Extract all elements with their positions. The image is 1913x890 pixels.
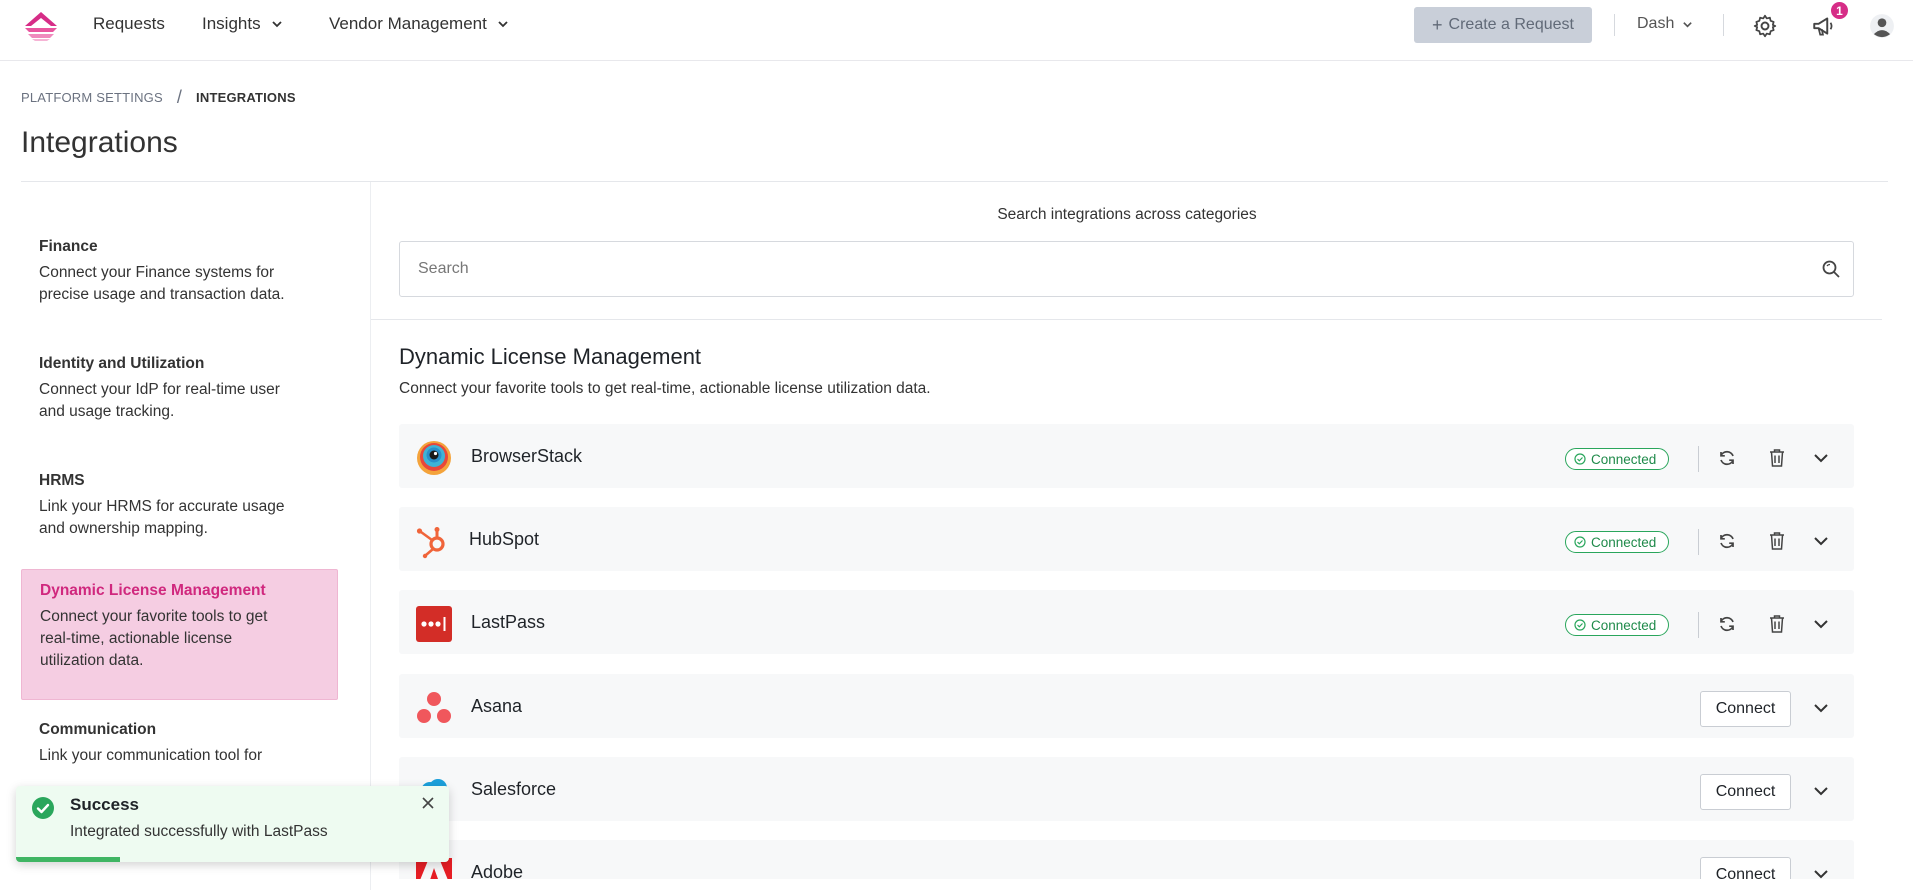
status-badge: Connected bbox=[1565, 614, 1670, 636]
chevron-down-icon bbox=[498, 21, 508, 28]
nav-divider bbox=[1723, 14, 1724, 36]
section-title: Dynamic License Management bbox=[399, 344, 702, 369]
toast-progress-bar bbox=[16, 857, 120, 862]
top-navbar: Requests Insights Vendor Management + Cr… bbox=[0, 0, 1913, 61]
category-identity[interactable]: Identity and Utilization Connect your Id… bbox=[21, 343, 338, 435]
check-circle-icon bbox=[1574, 619, 1586, 631]
nav-vendor-management[interactable]: Vendor Management bbox=[329, 14, 509, 34]
chevron-down-icon[interactable] bbox=[1812, 449, 1830, 467]
integration-row-lastpass: LastPass Connected bbox=[399, 590, 1854, 654]
chevron-down-icon[interactable] bbox=[1812, 615, 1830, 633]
notification-badge: 1 bbox=[1829, 0, 1850, 21]
row-divider bbox=[1698, 529, 1699, 555]
page-title: Integrations bbox=[21, 126, 178, 159]
category-dynamic-license-management[interactable]: Dynamic License Management Connect your … bbox=[21, 569, 338, 700]
sync-icon[interactable] bbox=[1717, 531, 1737, 551]
nav-requests-label: Requests bbox=[93, 14, 165, 33]
status-badge: Connected bbox=[1565, 448, 1670, 470]
category-sidebar: Finance Connect your Finance systems for… bbox=[0, 182, 371, 890]
connect-button[interactable]: Connect bbox=[1700, 857, 1791, 879]
row-divider bbox=[1698, 612, 1699, 638]
workspace-dropdown[interactable]: Dash bbox=[1637, 15, 1693, 33]
integration-row-hubspot: HubSpot Connected bbox=[399, 507, 1854, 571]
integration-name: LastPass bbox=[471, 612, 546, 632]
chevron-down-icon[interactable] bbox=[1812, 699, 1830, 717]
browserstack-logo-icon bbox=[417, 441, 451, 475]
sync-icon[interactable] bbox=[1717, 614, 1737, 634]
search-box bbox=[399, 241, 1854, 297]
category-title: HRMS bbox=[39, 472, 85, 489]
gear-icon[interactable] bbox=[1752, 13, 1778, 39]
success-toast: Success Integrated successfully with Las… bbox=[16, 786, 449, 862]
sync-icon[interactable] bbox=[1717, 448, 1737, 468]
hubspot-logo-icon bbox=[416, 527, 445, 559]
category-title: Dynamic License Management bbox=[40, 582, 266, 599]
search-divider bbox=[371, 319, 1882, 320]
breadcrumb: PLATFORM SETTINGS / INTEGRATIONS bbox=[21, 87, 296, 108]
integration-row-adobe: Adobe Connect bbox=[399, 840, 1854, 879]
category-finance[interactable]: Finance Connect your Finance systems for… bbox=[21, 226, 338, 318]
user-avatar-icon[interactable] bbox=[1869, 13, 1895, 39]
section-desc: Connect your favorite tools to get real-… bbox=[399, 380, 931, 397]
breadcrumb-separator: / bbox=[176, 87, 183, 107]
category-communication[interactable]: Communication Link your communication to… bbox=[21, 709, 338, 779]
status-label: Connected bbox=[1591, 451, 1657, 467]
plus-icon: + bbox=[1432, 14, 1443, 35]
category-desc: Connect your favorite tools to get real-… bbox=[40, 608, 268, 669]
category-hrms[interactable]: HRMS Link your HRMS for accurate usage a… bbox=[21, 460, 338, 552]
toast-message: Integrated successfully with LastPass bbox=[70, 823, 328, 840]
integration-row-browserstack: BrowserStack Connected bbox=[399, 424, 1854, 488]
nav-divider bbox=[1614, 14, 1615, 36]
integration-row-asana: Asana Connect bbox=[399, 674, 1854, 738]
nav-vendor-management-label: Vendor Management bbox=[329, 14, 487, 33]
trash-icon[interactable] bbox=[1768, 448, 1786, 468]
chevron-down-icon bbox=[271, 21, 282, 28]
search-label: Search integrations across categories bbox=[997, 206, 1257, 223]
breadcrumb-current: INTEGRATIONS bbox=[196, 90, 296, 105]
search-input[interactable] bbox=[418, 242, 1798, 296]
integration-list: BrowserStack Connected HubSpot Connected bbox=[399, 424, 1854, 879]
row-divider bbox=[1698, 446, 1699, 472]
status-label: Connected bbox=[1591, 617, 1657, 633]
check-circle-icon bbox=[1574, 536, 1586, 548]
trash-icon[interactable] bbox=[1768, 531, 1786, 551]
chevron-down-icon bbox=[1683, 21, 1693, 28]
asana-logo-icon bbox=[417, 692, 451, 723]
trash-icon[interactable] bbox=[1768, 614, 1786, 634]
breadcrumb-platform-settings[interactable]: PLATFORM SETTINGS bbox=[21, 90, 163, 105]
category-desc: Connect your Finance systems for precise… bbox=[39, 264, 285, 303]
create-request-label: Create a Request bbox=[1448, 16, 1574, 33]
chevron-down-icon[interactable] bbox=[1812, 532, 1830, 550]
close-icon[interactable] bbox=[419, 794, 437, 812]
chevron-down-icon[interactable] bbox=[1812, 782, 1830, 800]
nav-requests[interactable]: Requests bbox=[93, 14, 165, 34]
nav-insights[interactable]: Insights bbox=[202, 14, 283, 34]
integration-name: BrowserStack bbox=[471, 446, 583, 466]
lastpass-logo-icon bbox=[416, 606, 452, 642]
connect-button[interactable]: Connect bbox=[1700, 691, 1791, 727]
category-desc: Link your HRMS for accurate usage and ow… bbox=[39, 498, 285, 537]
integration-row-salesforce: Salesforce Connect bbox=[399, 757, 1854, 821]
integration-name: Asana bbox=[471, 696, 523, 716]
integration-name: Adobe bbox=[471, 862, 524, 879]
chevron-down-icon[interactable] bbox=[1812, 865, 1830, 879]
nav-insights-label: Insights bbox=[202, 14, 261, 33]
category-title: Communication bbox=[39, 721, 157, 738]
toast-title: Success bbox=[70, 795, 139, 814]
integration-name: HubSpot bbox=[469, 529, 540, 549]
brand-logo-icon[interactable] bbox=[23, 10, 59, 42]
category-title: Finance bbox=[39, 238, 98, 255]
create-request-button[interactable]: + Create a Request bbox=[1414, 7, 1592, 43]
status-label: Connected bbox=[1591, 534, 1657, 550]
workspace-label: Dash bbox=[1637, 15, 1675, 32]
check-circle-icon bbox=[32, 797, 54, 819]
check-circle-icon bbox=[1574, 453, 1586, 465]
search-icon[interactable] bbox=[1821, 259, 1841, 279]
integration-name: Salesforce bbox=[471, 779, 557, 799]
connect-button[interactable]: Connect bbox=[1700, 774, 1791, 810]
category-desc: Connect your IdP for real-time user and … bbox=[39, 381, 280, 420]
category-title: Identity and Utilization bbox=[39, 355, 205, 372]
category-desc: Link your communication tool for bbox=[39, 747, 263, 764]
status-badge: Connected bbox=[1565, 531, 1670, 553]
